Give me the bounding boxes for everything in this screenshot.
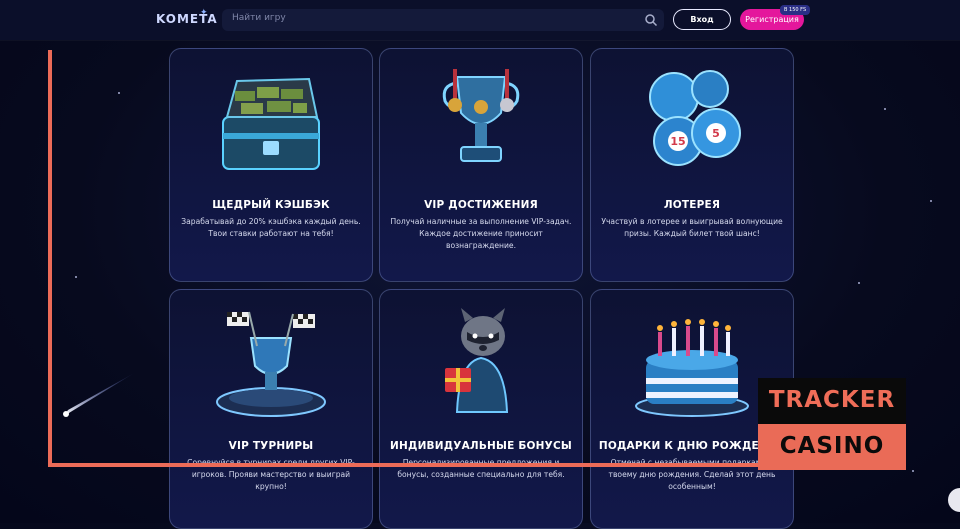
star <box>75 276 77 278</box>
card-title: ЩЕДРЫЙ КЭШБЭК <box>212 199 330 211</box>
card-vip-tournaments[interactable]: VIP ТУРНИРЫ Соревнуйся в турнирах среди … <box>169 289 373 529</box>
register-badge: В 150 FS <box>780 5 811 15</box>
kometa-logo[interactable]: KOMETA <box>156 12 218 26</box>
card-description: Персонализированные предложения и бонусы… <box>397 458 565 479</box>
lottery-balls-icon: 15 5 <box>649 70 741 166</box>
card-description: Получай наличные за выполнение VIP-задач… <box>390 217 572 250</box>
watermark-tracker: TRACKER <box>758 378 906 424</box>
star <box>884 108 886 110</box>
star <box>930 200 932 202</box>
card-title: VIP ТУРНИРЫ <box>228 440 314 452</box>
watermark-casino: CASINO <box>758 424 906 470</box>
search-icon[interactable] <box>644 13 658 27</box>
star <box>912 470 914 472</box>
birthday-cake-icon <box>635 319 749 417</box>
card-title: VIP ДОСТИЖЕНИЯ <box>424 199 538 211</box>
card-cashback[interactable]: ЩЕДРЫЙ КЭШБЭК Зарабатывай до 20% кэшбэка… <box>169 48 373 282</box>
card-personal-bonuses[interactable]: ИНДИВИДУАЛЬНЫЕ БОНУСЫ Персонализированны… <box>379 289 583 529</box>
card-description: Участвуй в лотерее и выигрывай волнующие… <box>601 217 783 238</box>
watermark-text: CASINO <box>779 433 885 459</box>
overlay-horizontal-line <box>48 463 768 467</box>
svg-text:5: 5 <box>712 127 720 140</box>
star <box>118 92 120 94</box>
star <box>858 282 860 284</box>
svg-text:15: 15 <box>670 135 685 148</box>
search-input[interactable]: Найти игру <box>222 9 664 31</box>
overlay-vertical-line <box>48 50 52 466</box>
card-description: Зарабатывай до 20% кэшбэка каждый день. … <box>181 217 361 238</box>
racing-trophy-icon <box>216 311 326 417</box>
card-lottery[interactable]: 15 5 ЛОТЕРЕЯ Участвуй в лотерее и выигры… <box>590 48 794 282</box>
sparkle-icon: ✦ <box>200 8 208 18</box>
raccoon-gift-icon <box>445 308 509 413</box>
search-placeholder: Найти игру <box>232 13 286 23</box>
card-title: ЛОТЕРЕЯ <box>663 199 721 211</box>
chat-widget-button[interactable] <box>948 488 960 512</box>
trophy-icon <box>442 69 520 162</box>
top-header: KOMETA ✦ Найти игру Вход Регистрация В 1… <box>0 0 960 40</box>
comet-decoration <box>63 372 136 417</box>
treasure-chest-icon <box>222 77 320 170</box>
card-title: ИНДИВИДУАЛЬНЫЕ БОНУСЫ <box>390 440 572 452</box>
watermark-text: TRACKER <box>768 387 896 413</box>
login-button[interactable]: Вход <box>673 9 731 30</box>
card-vip-achievements[interactable]: VIP ДОСТИЖЕНИЯ Получай наличные за выпол… <box>379 48 583 282</box>
